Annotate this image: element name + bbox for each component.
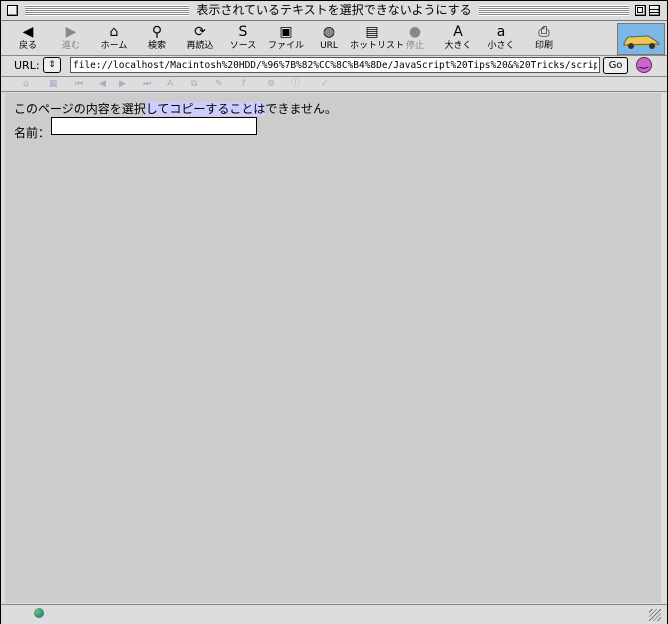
home-icon: ⌂ [109,24,119,40]
print-button[interactable]: ⎙ 印刷 [522,23,566,53]
smaller-text-icon: a [496,24,506,40]
home-small-icon[interactable]: ⌂ [23,77,29,91]
smiley-icon[interactable] [636,56,652,73]
help-small-icon[interactable]: ? [241,77,246,91]
url-history-popup-icon[interactable]: ⇕ [43,57,61,73]
secondary-toolbar: ⌂ ▦ ⏮ ◀ ▶ ⏭ A ⧉ ✎ ? ⚙ ⓘ ✓ [1,77,667,92]
resize-grip-icon[interactable] [649,609,661,621]
notice-text-tail: できません。 [265,102,338,116]
url-label: URL [320,41,338,51]
reload-button[interactable]: ⟳ 再読込 [178,23,222,53]
back-label: 戻る [18,41,37,51]
source-label: ソース [229,41,257,51]
close-box-icon[interactable] [7,5,18,16]
next-small-icon[interactable]: ▶ [119,77,126,91]
stop-label: 停止 [405,41,424,51]
url-field-label: URL: [14,59,40,72]
edit-small-icon[interactable]: ✎ [215,77,223,91]
file-icon: ▣ [279,24,293,40]
reload-icon: ⟳ [194,24,206,40]
home-button[interactable]: ⌂ ホーム [92,23,136,53]
copy-small-icon[interactable]: ⧉ [191,77,197,91]
last-small-icon[interactable]: ⏭ [143,77,151,91]
browser-window: 表示されているテキストを選択できないようにする ◀ 戻る ▶ 進む ⌂ ホーム … [0,0,668,624]
notice-selection-highlight: してコピーすることは [145,102,266,116]
url-button[interactable]: ◍ URL [307,23,351,53]
back-arrow-icon: ◀ [22,24,34,40]
first-small-icon[interactable]: ⏮ [75,77,83,91]
stop-icon: ● [408,24,422,40]
browser-logo-icon [617,23,665,55]
grid-small-icon[interactable]: ▦ [49,77,58,91]
smaller-text-label: 小さく [487,41,515,51]
settings-small-icon[interactable]: ⚙ [267,77,275,91]
search-label: 検索 [147,41,166,51]
bigger-text-icon: A [453,24,463,40]
print-label: 印刷 [534,41,553,51]
window-title: 表示されているテキストを選択できないようにする [189,3,479,18]
prev-small-icon[interactable]: ◀ [99,77,106,91]
bigger-text-button[interactable]: A 大きく [436,23,480,53]
hotlist-label: ホットリスト [350,41,405,51]
info-small-icon[interactable]: ⓘ [291,77,300,91]
name-input[interactable] [51,117,257,135]
search-button[interactable]: ⚲ 検索 [135,23,179,53]
zoom-box-icon[interactable] [635,5,646,16]
location-bar: URL: ⇕ Go [1,56,667,77]
name-field-label: 名前： [14,126,51,140]
page-content: このページの内容を選択してコピーすることはできません。 名前： [5,93,661,603]
collapse-box-icon[interactable] [649,5,660,16]
home-label: ホーム [100,41,128,51]
page-notice: このページの内容を選択してコピーすることはできません。 [14,102,337,116]
toolbar: ◀ 戻る ▶ 進む ⌂ ホーム ⚲ 検索 ⟳ 再読込 S ソース ▣ ファイル … [1,21,667,56]
url-globe-icon: ◍ [322,24,336,40]
reload-label: 再読込 [186,41,214,51]
bigger-text-label: 大きく [444,41,472,51]
source-icon: S [238,24,248,40]
stop-button[interactable]: ● 停止 [393,23,437,53]
title-stripes [25,5,189,16]
back-button[interactable]: ◀ 戻る [6,23,50,53]
notice-text: このページの内容を選択 [14,102,146,116]
status-bar [1,604,667,624]
forward-button[interactable]: ▶ 進む [49,23,93,53]
file-label: ファイル [267,41,304,51]
source-button[interactable]: S ソース [221,23,265,53]
title-bar[interactable]: 表示されているテキストを選択できないようにする [1,1,667,21]
hotlist-icon: ▤ [365,24,379,40]
file-button[interactable]: ▣ ファイル [264,23,308,53]
printer-icon: ⎙ [538,24,550,40]
forward-label: 進む [61,41,80,51]
url-input[interactable] [70,57,600,73]
go-button[interactable]: Go [603,57,628,74]
smaller-text-button[interactable]: a 小さく [479,23,523,53]
search-icon: ⚲ [151,24,163,40]
title-stripes [479,5,629,16]
hotlist-button[interactable]: ▤ ホットリスト [350,23,405,53]
globe-icon [34,608,44,618]
forward-arrow-icon: ▶ [65,24,77,40]
font-small-icon[interactable]: A [167,77,173,91]
check-small-icon[interactable]: ✓ [321,77,329,91]
